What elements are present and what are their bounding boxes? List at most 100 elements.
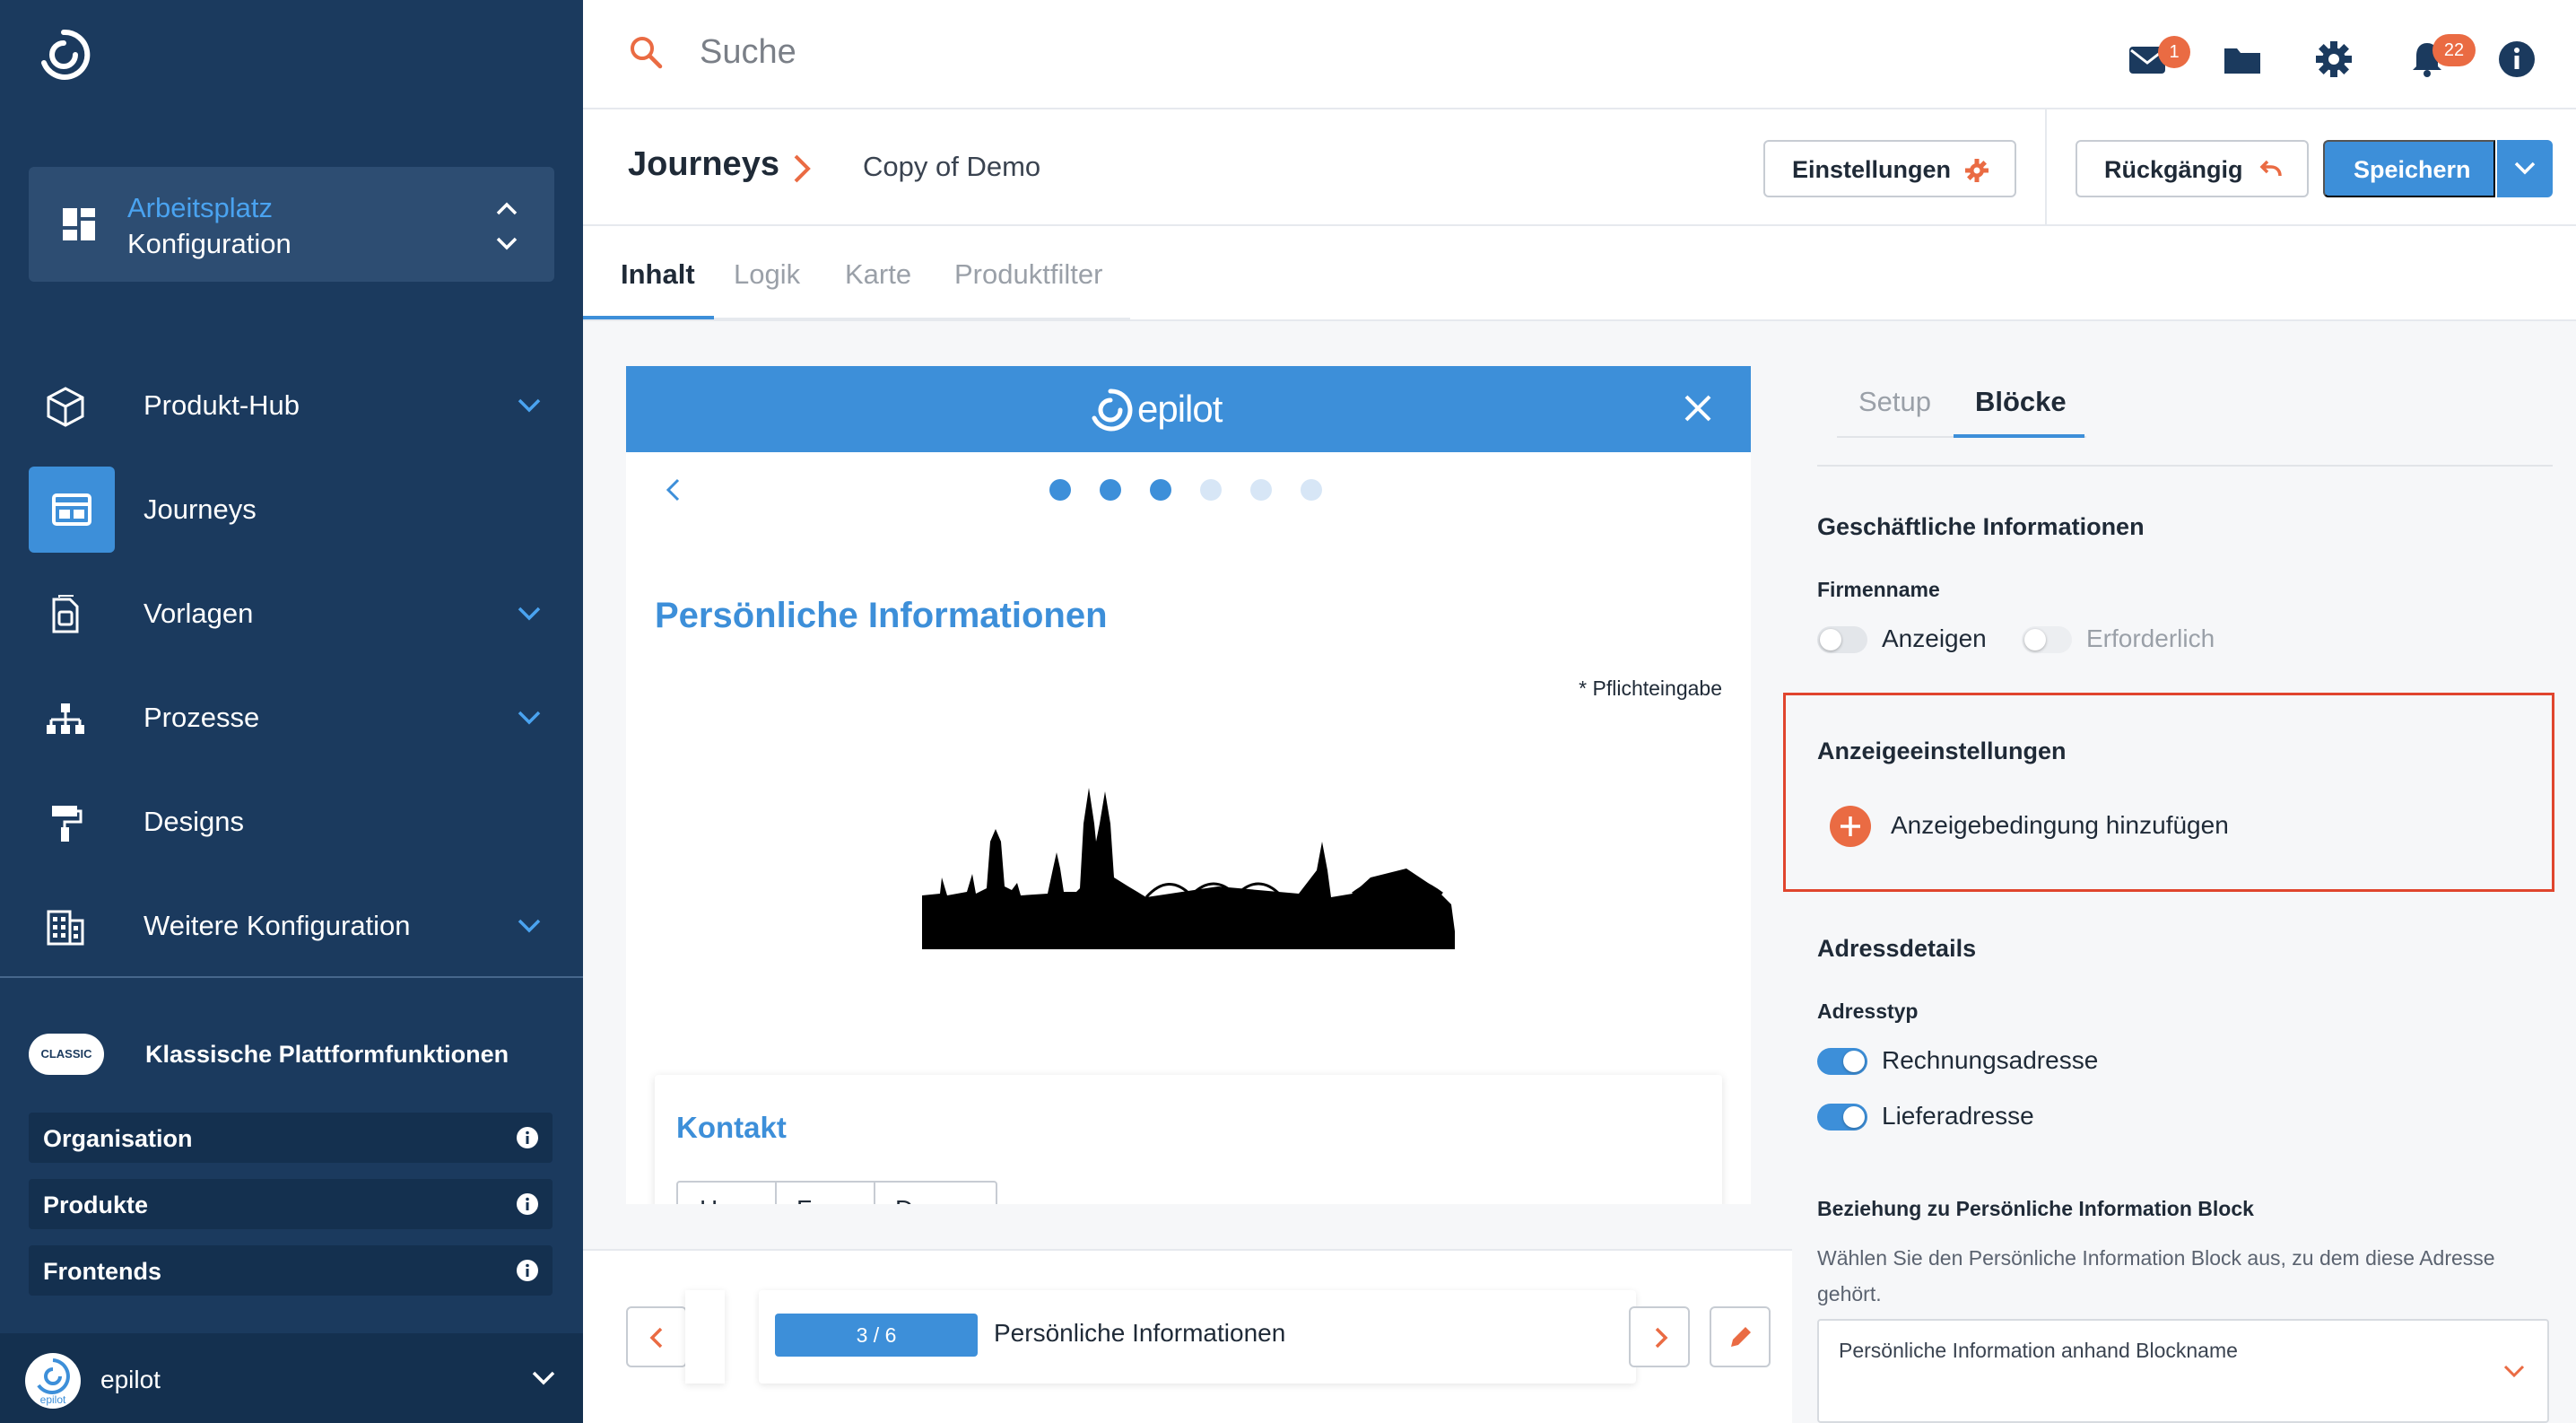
avatar-text: epilot (40, 1393, 66, 1406)
company-name-label: Firmenname (1817, 578, 1940, 601)
sidebar-item-vorlagen[interactable]: Vorlagen (29, 571, 556, 657)
tab-produktfilter[interactable]: Produktfilter (954, 258, 1102, 291)
classic-section-title: Klassische Plattformfunktionen (145, 1041, 509, 1068)
paint-roller-icon (52, 806, 83, 842)
preview-header: epilot (626, 366, 1751, 452)
settings-button-label: Einstellungen (1792, 156, 1952, 183)
step-progress: 3 / 6 (775, 1314, 978, 1357)
toggle-knob (1820, 629, 1841, 650)
classic-item-label: Organisation (43, 1125, 193, 1152)
chevron-down-icon (518, 711, 541, 725)
sidebar-item-journeys[interactable]: Journeys (29, 467, 556, 553)
edit-step-button[interactable] (1710, 1306, 1771, 1367)
relation-select[interactable]: Persönliche Information anhand Blockname (1817, 1319, 2549, 1423)
journey-icon (29, 467, 115, 553)
block-settings-panel: Setup Blöcke Geschäftliche Informationen… (1783, 321, 2576, 1423)
tab-karte[interactable]: Karte (845, 258, 911, 291)
epilot-logo-icon (1092, 388, 1133, 432)
salutation-option[interactable]: H (700, 1195, 718, 1204)
step-navigator: 3 / 6 Persönliche Informationen (583, 1249, 1792, 1423)
sidebar-item-weitere-konfiguration[interactable]: Weitere Konfiguration (29, 883, 556, 969)
chevron-left-icon (649, 1327, 663, 1349)
chevron-down-icon (2503, 1365, 2525, 1378)
tab-setup[interactable]: Setup (1858, 386, 1931, 418)
step-card-stack (685, 1290, 725, 1384)
journey-name: Copy of Demo (863, 151, 1041, 182)
pencil-icon (1731, 1327, 1751, 1347)
document-icon (52, 595, 79, 633)
next-step-button[interactable] (1629, 1306, 1690, 1367)
close-icon[interactable] (1683, 393, 1713, 423)
address-type-label: Adresstyp (1817, 1000, 1919, 1023)
toggle-knob (2024, 629, 2046, 650)
classic-item-frontends[interactable]: Frontends (29, 1245, 553, 1296)
undo-button[interactable]: Rückgängig (2076, 140, 2309, 197)
epilot-logo-icon[interactable] (36, 27, 91, 83)
delivery-address-toggle[interactable] (1817, 1104, 1867, 1131)
header-divider (2045, 109, 2047, 226)
add-icon[interactable] (1830, 806, 1871, 847)
cologne-skyline-image (922, 788, 1455, 949)
workspace-value: Konfiguration (127, 228, 292, 259)
org-switcher[interactable]: epilot epilot (0, 1333, 583, 1423)
previous-step-button[interactable] (626, 1306, 687, 1367)
save-button[interactable]: Speichern (2323, 140, 2495, 197)
save-dropdown-button[interactable] (2497, 140, 2553, 197)
chevron-down-icon (518, 398, 541, 413)
search-input[interactable] (700, 27, 1507, 77)
tab-logik[interactable]: Logik (734, 258, 800, 291)
classic-item-organisation[interactable]: Organisation (29, 1113, 553, 1163)
classic-item-produkte[interactable]: Produkte (29, 1179, 553, 1229)
org-avatar: epilot (25, 1353, 81, 1409)
folder-icon[interactable] (2223, 39, 2262, 79)
relation-description: Wählen Sie den Persönliche Information B… (1817, 1246, 2495, 1305)
chevron-down-icon (532, 1371, 555, 1385)
salutation-selector[interactable]: H F D (676, 1181, 997, 1204)
page-title[interactable]: Journeys (628, 145, 779, 184)
salutation-option[interactable]: D (895, 1195, 913, 1204)
settings-button[interactable]: Einstellungen (1763, 140, 2016, 197)
toggle-knob (1843, 1051, 1865, 1072)
tab-active-indicator (583, 316, 714, 319)
sidebar-item-designs[interactable]: Designs (29, 779, 556, 865)
info-icon[interactable] (2497, 39, 2537, 79)
step-dot (1250, 479, 1272, 501)
billing-address-toggle[interactable] (1817, 1048, 1867, 1075)
segment-divider (775, 1183, 777, 1204)
building-icon (47, 910, 84, 946)
step-label: Persönliche Informationen (994, 1319, 1286, 1347)
step-dot (1049, 479, 1071, 501)
require-company-toggle[interactable] (2022, 626, 2072, 653)
relation-select-value: Persönliche Information anhand Blockname (1839, 1339, 2238, 1362)
page-header: Journeys Copy of Demo Einstellungen Rück… (583, 109, 2576, 226)
notification-badge: 22 (2432, 34, 2476, 66)
chevron-left-icon[interactable] (664, 477, 682, 502)
gear-icon (1965, 159, 1989, 182)
gear-icon[interactable] (2314, 39, 2354, 79)
info-icon[interactable] (517, 1260, 538, 1281)
workspace-switcher[interactable]: Arbeitsplatz Konfiguration (29, 167, 554, 282)
sidebar-item-produkt-hub[interactable]: Produkt-Hub (29, 362, 556, 449)
salutation-option[interactable]: F (796, 1195, 812, 1204)
search-icon (631, 37, 663, 69)
show-company-toggle[interactable] (1817, 626, 1867, 653)
workspace-label: Arbeitsplatz (127, 192, 273, 223)
classic-item-label: Produkte (43, 1192, 149, 1218)
add-display-condition-button[interactable]: Anzeigebedingung hinzufügen (1891, 811, 2229, 840)
hierarchy-icon (47, 703, 84, 734)
undo-button-label: Rückgängig (2104, 156, 2243, 183)
undo-icon (2259, 160, 2282, 177)
contact-card-title: Kontakt (676, 1111, 787, 1144)
panel-divider (1817, 465, 2553, 467)
segment-divider (874, 1183, 875, 1204)
chevron-down-icon (518, 607, 541, 621)
tab-bloecke[interactable]: Blöcke (1975, 386, 2067, 418)
required-note: * Pflichteingabe (1579, 677, 1722, 700)
info-icon[interactable] (517, 1193, 538, 1215)
tab-inhalt[interactable]: Inhalt (621, 258, 695, 291)
chevron-down-icon (518, 919, 541, 933)
sidebar-item-prozesse[interactable]: Prozesse (29, 675, 556, 761)
info-icon[interactable] (517, 1127, 538, 1148)
chevron-right-icon (794, 154, 811, 183)
org-name: epilot (100, 1366, 161, 1393)
